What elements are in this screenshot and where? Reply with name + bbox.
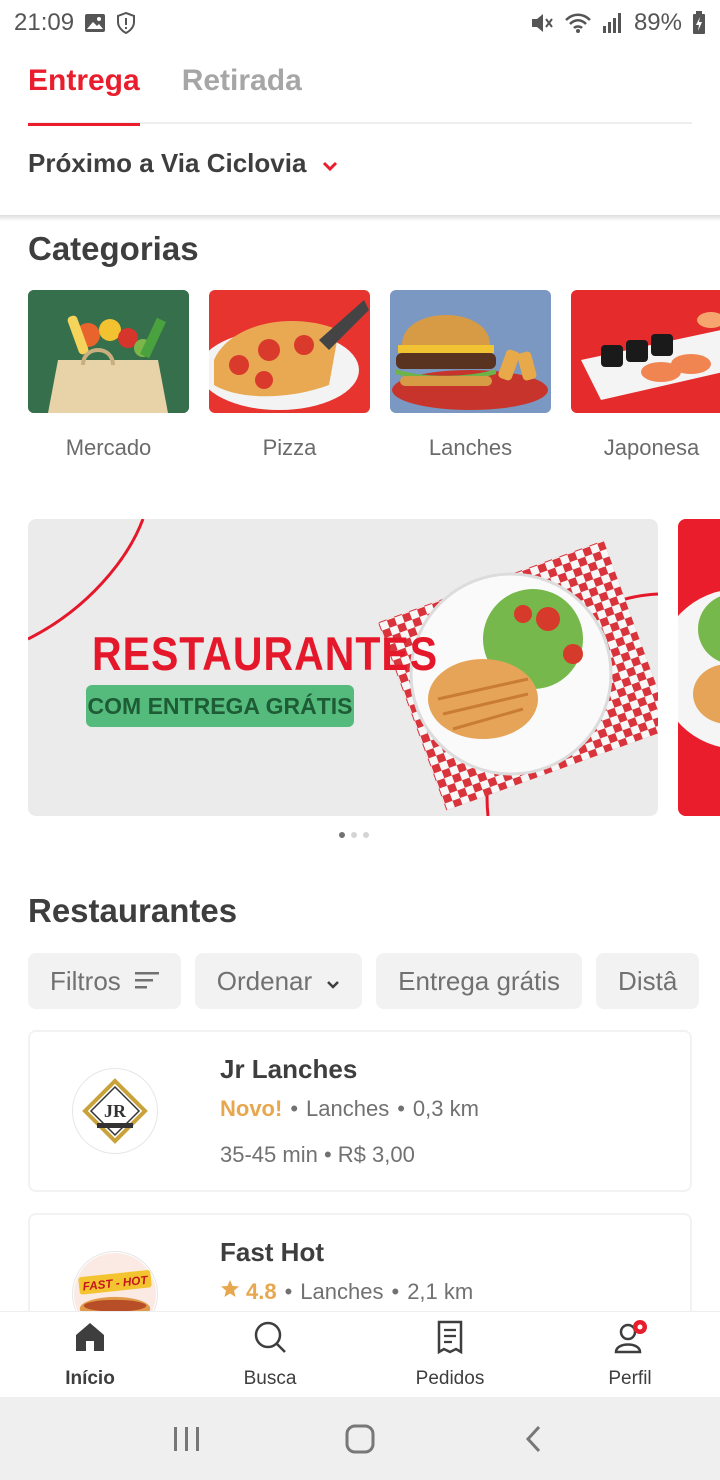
rating-value: 4.8 bbox=[246, 1279, 277, 1304]
new-badge: Novo! bbox=[220, 1096, 283, 1121]
category-label: Mercado bbox=[65, 435, 152, 460]
search-icon bbox=[253, 1320, 287, 1360]
home-icon bbox=[73, 1320, 107, 1360]
header-divider bbox=[0, 215, 720, 221]
receipt-icon bbox=[435, 1320, 465, 1360]
restaurants-title: Restaurantes bbox=[28, 892, 238, 929]
restaurant-category: Lanches bbox=[300, 1279, 384, 1304]
category-japonesa[interactable]: Japonesa bbox=[571, 290, 720, 461]
category-label: Pizza bbox=[262, 435, 317, 460]
gallery-notification-icon bbox=[84, 13, 106, 33]
nav-label: Início bbox=[65, 1368, 115, 1389]
rating: 4.8 bbox=[220, 1279, 277, 1305]
category-label: Lanches bbox=[428, 435, 513, 460]
filter-lines-icon bbox=[134, 966, 159, 997]
profile-icon bbox=[613, 1320, 647, 1360]
pagination-dot bbox=[363, 832, 369, 838]
restaurant-info: 4.8 • Lanches • 2,1 km bbox=[220, 1279, 473, 1305]
status-bar: 21:09 89% bbox=[0, 0, 720, 46]
distance-label: Distâ bbox=[618, 965, 678, 996]
free-delivery-label: Entrega grátis bbox=[398, 965, 561, 996]
shield-notification-icon bbox=[116, 12, 136, 34]
separator-dot: • bbox=[284, 1279, 293, 1304]
delivery-time-fee: 35-45 min • R$ 3,00 bbox=[220, 1142, 415, 1167]
category-label: Japonesa bbox=[603, 435, 700, 460]
separator-dot: • bbox=[391, 1279, 400, 1304]
distance-filter[interactable]: Distâ bbox=[596, 953, 700, 1009]
delivery-mode-tabs: Entrega Retirada bbox=[28, 52, 692, 126]
bottom-navigation: Início Busca Pedidos Perfil bbox=[0, 1311, 720, 1396]
category-lanches[interactable]: Lanches bbox=[390, 290, 551, 461]
banner-pagination bbox=[339, 832, 369, 838]
pizza-image bbox=[209, 290, 370, 413]
nav-busca[interactable]: Busca bbox=[180, 1312, 360, 1396]
chevron-down-icon bbox=[326, 966, 340, 997]
star-icon bbox=[220, 1279, 240, 1305]
android-navigation-bar bbox=[0, 1397, 720, 1480]
tab-retirada[interactable]: Retirada bbox=[182, 52, 302, 124]
restaurant-distance: 2,1 km bbox=[407, 1279, 474, 1304]
restaurant-name: Jr Lanches bbox=[220, 1054, 358, 1084]
recent-apps-button[interactable] bbox=[157, 1414, 217, 1464]
address-selector[interactable]: Próximo a Via Ciclovia bbox=[28, 148, 338, 179]
tab-entrega[interactable]: Entrega bbox=[28, 52, 140, 126]
wifi-icon bbox=[564, 12, 592, 34]
filters-button[interactable]: Filtros bbox=[28, 953, 181, 1009]
nav-pedidos[interactable]: Pedidos bbox=[360, 1312, 540, 1396]
restaurant-category: Lanches bbox=[306, 1096, 390, 1121]
banner-title: RESTAURANTES bbox=[92, 627, 439, 681]
grocery-bag-image bbox=[28, 290, 189, 413]
nav-inicio[interactable]: Início bbox=[0, 1312, 180, 1396]
signal-icon bbox=[602, 12, 624, 34]
battery-icon bbox=[692, 11, 706, 35]
category-mercado[interactable]: Mercado bbox=[28, 290, 189, 461]
back-button[interactable] bbox=[503, 1414, 563, 1464]
category-pizza[interactable]: Pizza bbox=[209, 290, 370, 461]
banner-free-delivery-pill: COM ENTREGA GRÁTIS bbox=[86, 685, 354, 727]
sushi-image bbox=[571, 290, 720, 413]
filter-chips: Filtros Ordenar Entrega grátis Distâ bbox=[28, 953, 700, 1009]
free-delivery-filter[interactable]: Entrega grátis bbox=[376, 953, 583, 1009]
restaurant-name: Fast Hot bbox=[220, 1237, 324, 1267]
restaurant-info: Novo! • Lanches • 0,3 km bbox=[220, 1096, 479, 1122]
nav-label: Busca bbox=[243, 1368, 297, 1389]
categories-title: Categorias bbox=[28, 230, 199, 267]
sort-label: Ordenar bbox=[216, 965, 313, 996]
logo-text: JR bbox=[104, 1101, 127, 1121]
restaurant-logo: JR bbox=[72, 1068, 158, 1154]
separator-dot: • bbox=[397, 1096, 405, 1121]
nav-perfil[interactable]: Perfil bbox=[540, 1312, 720, 1396]
filters-label: Filtros bbox=[50, 965, 121, 996]
status-time: 21:09 bbox=[14, 9, 75, 36]
nav-label: Perfil bbox=[608, 1368, 652, 1389]
nav-label: Pedidos bbox=[415, 1368, 485, 1389]
promo-banner[interactable]: RESTAURANTES COM ENTREGA GRÁTIS bbox=[28, 519, 658, 816]
pagination-dot bbox=[351, 832, 357, 838]
mute-icon bbox=[530, 12, 554, 34]
restaurant-distance: 0,3 km bbox=[412, 1096, 479, 1121]
pagination-dot bbox=[339, 832, 345, 838]
separator-dot: • bbox=[290, 1096, 299, 1121]
categories-list: Mercado Pizza Lanches Japonesa bbox=[28, 290, 720, 461]
sort-button[interactable]: Ordenar bbox=[194, 953, 363, 1009]
chevron-down-icon bbox=[322, 148, 338, 179]
home-button[interactable] bbox=[330, 1414, 390, 1464]
next-banner-preview[interactable] bbox=[678, 519, 720, 816]
burger-image bbox=[390, 290, 551, 413]
battery-percent: 89% bbox=[633, 9, 682, 36]
restaurant-card-jr-lanches[interactable]: JR Jr Lanches Novo! • Lanches • 0,3 km 3… bbox=[28, 1030, 692, 1192]
address-label: Próximo a Via Ciclovia bbox=[28, 148, 307, 178]
